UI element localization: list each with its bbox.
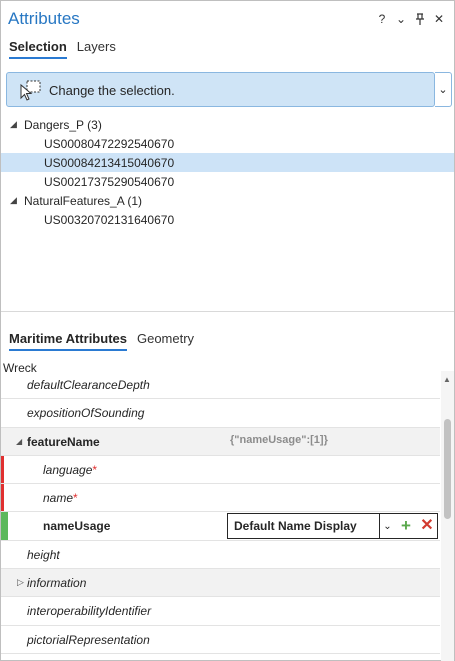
chevron-down-icon[interactable]: ⌄ [379,514,395,539]
attribute-name: nameUsage [43,519,111,534]
attribute-name: featureName [27,434,100,449]
title-buttons: ? ⌄ ✕ [377,13,444,27]
scroll-up-icon[interactable]: ▲ [443,375,451,384]
attribute-name: information [27,576,87,591]
attribute-name: interoperabilityIdentifier [27,604,152,619]
tree-item[interactable]: US00217375290540670 [1,172,454,191]
pin-icon[interactable] [415,13,425,27]
tab-maritime-attributes[interactable]: Maritime Attributes [9,331,127,351]
help-icon[interactable]: ? [377,13,387,27]
attributes-pane: Attributes ? ⌄ ✕ Selection Layers Change… [0,0,455,661]
vertical-scrollbar[interactable]: ▲ [441,371,454,661]
attribute-row-name[interactable]: name* [1,484,440,513]
options-chevron-icon[interactable]: ⌄ [396,13,406,27]
selection-layers-tabs: Selection Layers [9,39,116,59]
attribute-row[interactable]: expositionOfSounding [1,399,440,428]
expand-arrow-icon[interactable]: ▷ [17,577,24,588]
required-marker [1,455,4,484]
tree-group-label: Dangers_P (3) [24,118,102,132]
change-selection-banner[interactable]: Change the selection. [6,72,435,107]
attribute-name: name* [43,491,78,506]
attribute-row[interactable]: pictorialRepresentation [1,626,440,654]
banner-text: Change the selection. [49,83,175,98]
banner-dropdown-button[interactable]: ⌄ [435,72,452,107]
attribute-row-feature-name[interactable]: ◢ featureName {"nameUsage":[1]} [1,427,440,456]
tree-item[interactable]: US00080472292540670 [1,134,454,153]
attribute-row[interactable]: defaultClearanceDepth [1,371,440,400]
tree-item-selected[interactable]: US00084213415040670 [1,153,454,172]
attribute-grid: defaultClearanceDepth expositionOfSoundi… [1,371,440,661]
collapse-arrow-icon[interactable]: ◢ [10,195,17,206]
tree-item[interactable]: US00320702131640670 [1,210,454,229]
name-usage-value: Default Name Display [234,519,357,534]
attribute-row-name-usage[interactable]: nameUsage Default Name Display ⌄ + ✕ [1,512,440,541]
tree-group-label: NaturalFeatures_A (1) [24,194,143,208]
attribute-row[interactable]: height [1,541,440,570]
tree-item-label: US00084213415040670 [44,156,175,170]
add-icon[interactable]: + [395,514,417,538]
title-bar: Attributes ? ⌄ ✕ [7,5,454,33]
attribute-row-language[interactable]: language* [1,455,440,485]
delete-icon[interactable]: ✕ [417,514,437,538]
scrollbar-thumb[interactable] [444,419,451,519]
attribute-row-information[interactable]: ▷ information [1,569,440,598]
attribute-name: pictorialRepresentation [27,632,150,647]
tree-item-label: US00217375290540670 [44,175,175,189]
tab-geometry[interactable]: Geometry [137,331,194,351]
attribute-row[interactable]: interoperabilityIdentifier [1,597,440,626]
collapse-arrow-icon[interactable]: ◢ [16,437,22,446]
tab-layers[interactable]: Layers [77,39,116,59]
tree-group-natural-features[interactable]: ◢ NaturalFeatures_A (1) [1,191,454,210]
attribute-name: expositionOfSounding [27,406,145,421]
collapse-arrow-icon[interactable]: ◢ [10,119,17,130]
tree-item-label: US00080472292540670 [44,137,175,151]
required-marker [1,484,4,512]
attribute-value: {"nameUsage":[1]} [230,433,328,446]
attribute-tabs: Maritime Attributes Geometry [9,331,194,351]
tree-group-dangers[interactable]: ◢ Dangers_P (3) [1,115,454,134]
valid-marker [1,512,8,540]
pane-divider[interactable] [1,311,454,312]
tree-item-label: US00320702131640670 [44,213,175,227]
pane-title: Attributes [8,9,80,28]
selection-tree: ◢ Dangers_P (3) US00080472292540670 US00… [1,115,454,229]
attribute-name: height [27,547,60,562]
attribute-name: defaultClearanceDepth [27,378,150,392]
close-icon[interactable]: ✕ [434,13,444,27]
select-cursor-icon [18,79,42,101]
name-usage-combobox[interactable]: Default Name Display ⌄ + ✕ [227,513,438,540]
tab-selection[interactable]: Selection [9,39,67,59]
chevron-down-icon: ⌄ [438,84,448,96]
attribute-name: language* [43,462,98,477]
